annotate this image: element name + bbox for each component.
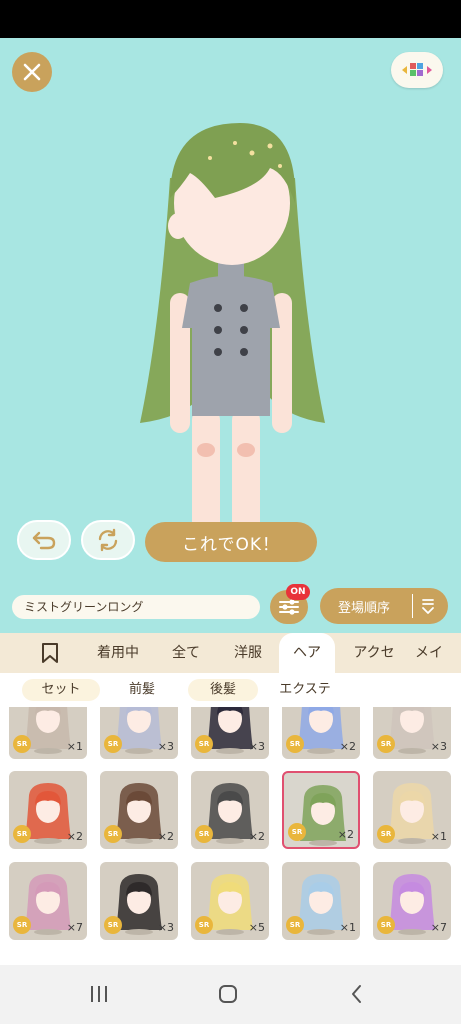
filter-on-badge: ON <box>286 584 310 600</box>
bookmark-icon <box>42 643 58 663</box>
rarity-badge: SR <box>195 735 213 753</box>
randomize-button[interactable] <box>81 520 135 560</box>
hair-item[interactable]: SR ×2 <box>9 771 87 849</box>
hair-item[interactable]: SR ×3 <box>191 707 269 759</box>
item-toolbar: ミストグリーンロング ON 登場順序 <box>0 578 461 633</box>
back-icon[interactable] <box>346 983 368 1005</box>
item-count: ×1 <box>66 740 83 753</box>
undo-icon <box>32 531 56 550</box>
rarity-badge: SR <box>195 825 213 843</box>
item-count: ×3 <box>430 740 447 753</box>
hair-item[interactable]: SR ×1 <box>373 771 451 849</box>
hair-item[interactable]: SR ×2 <box>282 707 360 759</box>
hair-item[interactable]: SR ×1 <box>9 707 87 759</box>
item-count: ×3 <box>157 740 174 753</box>
refresh-icon <box>98 528 118 552</box>
sort-order-button[interactable]: 登場順序 <box>320 588 448 624</box>
outfit-name-field[interactable]: ミストグリーンロング <box>12 595 260 619</box>
rarity-badge: SR <box>288 823 306 841</box>
tab-hair[interactable]: ヘア <box>279 633 335 673</box>
sort-label: 登場順序 <box>338 600 391 616</box>
subtab-set[interactable]: セット <box>22 679 100 701</box>
tab-accessories[interactable]: アクセ <box>342 633 406 673</box>
item-count: ×2 <box>339 740 356 753</box>
item-count: ×1 <box>339 921 356 934</box>
tab-clothes[interactable]: 洋服 <box>222 633 274 673</box>
rarity-badge: SR <box>195 916 213 934</box>
item-count: ×2 <box>248 830 265 843</box>
tab-makeup[interactable]: メイ <box>415 633 461 673</box>
tab-bookmark[interactable] <box>30 633 70 673</box>
subtab-back-hair[interactable]: 後髪 <box>188 679 258 701</box>
sliders-icon <box>279 599 299 615</box>
hair-item[interactable]: SR ×3 <box>373 707 451 759</box>
subtab-extensions[interactable]: エクステ <box>268 679 342 701</box>
hair-item[interactable]: SR ×2 <box>100 771 178 849</box>
avatar-figure[interactable] <box>120 78 340 558</box>
hair-item[interactable]: SR ×3 <box>100 862 178 940</box>
hair-subtabs: セット 前髪 後髪 エクステ <box>0 673 461 707</box>
hair-item[interactable]: SR ×5 <box>191 862 269 940</box>
item-count: ×2 <box>337 828 354 841</box>
item-count: ×3 <box>157 921 174 934</box>
rarity-badge: SR <box>13 825 31 843</box>
item-count: ×2 <box>157 830 174 843</box>
rarity-badge: SR <box>104 735 122 753</box>
rarity-badge: SR <box>377 916 395 934</box>
item-count: ×7 <box>430 921 447 934</box>
sort-divider <box>412 594 413 618</box>
confirm-ok-button[interactable]: これでOK！ <box>145 522 317 562</box>
hair-item[interactable]: SR ×7 <box>373 862 451 940</box>
tab-wearing[interactable]: 着用中 <box>86 633 150 673</box>
hair-item-grid: SR ×1 SR ×3 SR ×3 SR ×2 SR ×3 SR ×2 SR ×2 SR ×2 SR ×2 SR ×1… <box>0 707 461 965</box>
rarity-badge: SR <box>377 825 395 843</box>
subtab-front-hair[interactable]: 前髪 <box>110 679 174 701</box>
category-tabs: 着用中 全て 洋服 ヘア アクセ メイ <box>0 633 461 673</box>
home-icon[interactable] <box>217 983 239 1005</box>
rarity-badge: SR <box>377 735 395 753</box>
item-count: ×1 <box>430 830 447 843</box>
hair-item[interactable]: SR ×2 <box>191 771 269 849</box>
rarity-badge: SR <box>104 825 122 843</box>
status-bar <box>0 0 461 38</box>
palette-icon <box>402 63 432 76</box>
hair-item[interactable]: SR ×3 <box>100 707 178 759</box>
item-count: ×2 <box>66 830 83 843</box>
rarity-badge: SR <box>104 916 122 934</box>
close-icon <box>23 63 41 81</box>
item-count: ×5 <box>248 921 265 934</box>
rarity-badge: SR <box>13 916 31 934</box>
sort-direction-icon[interactable] <box>421 597 435 615</box>
undo-button[interactable] <box>17 520 71 560</box>
item-count: ×7 <box>66 921 83 934</box>
item-count: ×3 <box>248 740 265 753</box>
tab-all[interactable]: 全て <box>160 633 212 673</box>
hair-item[interactable]: SR ×2 <box>282 771 360 849</box>
rarity-badge: SR <box>13 735 31 753</box>
close-button[interactable] <box>12 52 52 92</box>
avatar-stage: これでOK！ <box>0 38 461 578</box>
color-palette-button[interactable] <box>391 52 443 88</box>
system-nav-bar <box>0 965 461 1024</box>
hair-item[interactable]: SR ×7 <box>9 862 87 940</box>
rarity-badge: SR <box>286 916 304 934</box>
rarity-badge: SR <box>286 735 304 753</box>
recent-apps-icon[interactable] <box>88 983 110 1005</box>
hair-item[interactable]: SR ×1 <box>282 862 360 940</box>
